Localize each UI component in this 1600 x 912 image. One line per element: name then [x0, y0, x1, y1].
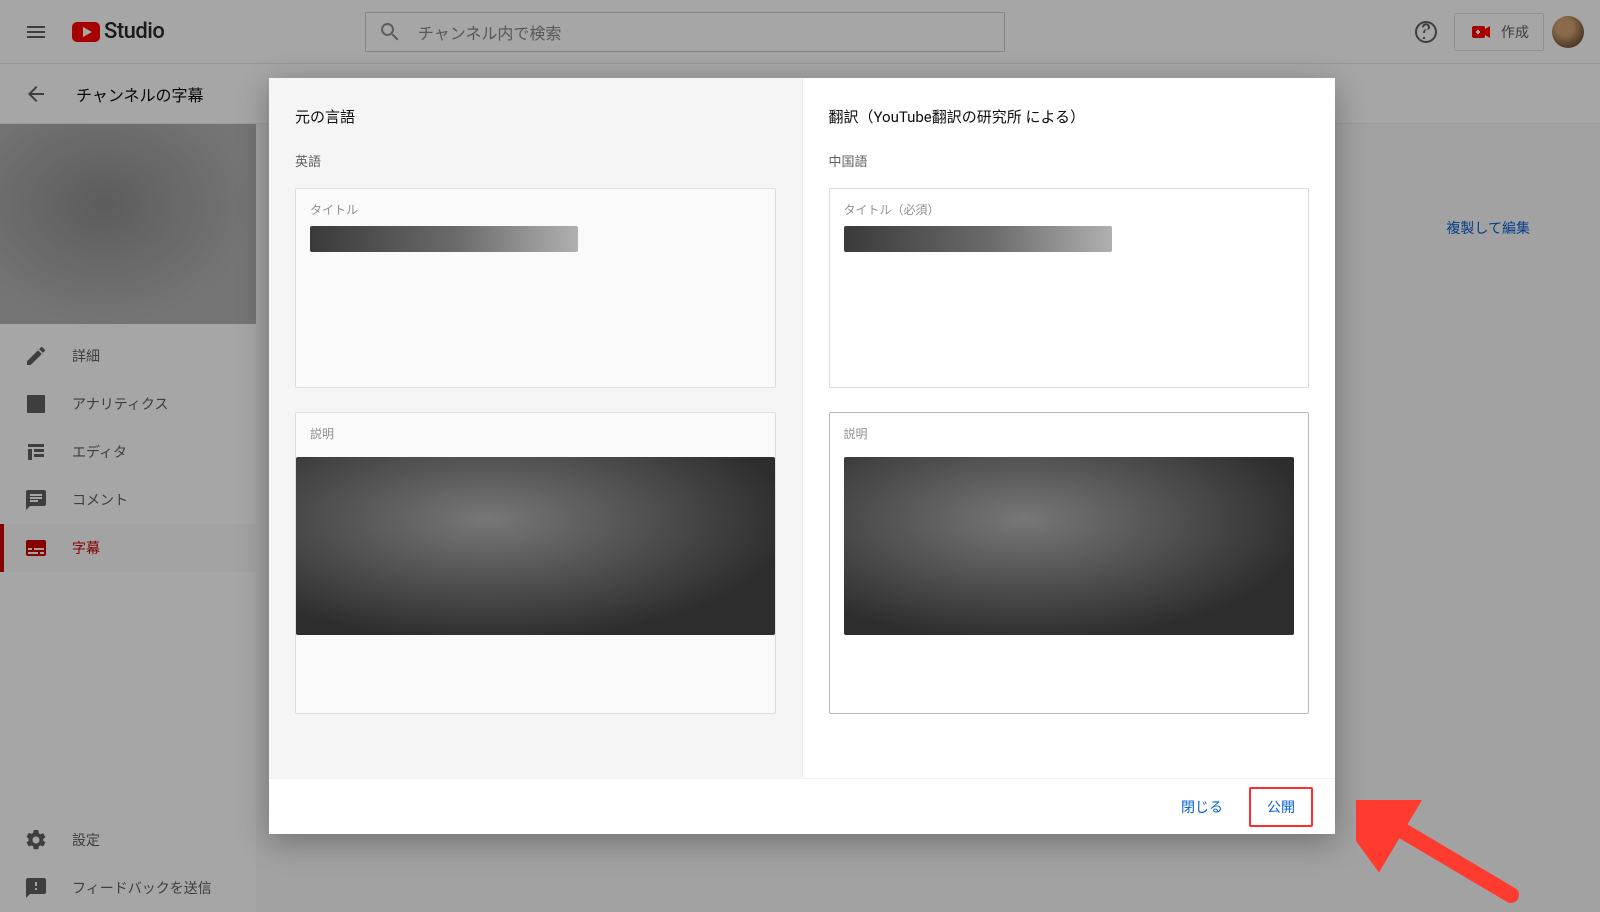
- translation-description-label: 説明: [844, 425, 1295, 442]
- source-title-field: タイトル: [295, 188, 776, 388]
- translation-pane: 翻訳（YouTube翻訳の研究所 による） 中国語 タイトル（必須） 説明: [803, 78, 1336, 778]
- source-pane: 元の言語 英語 タイトル 説明: [269, 78, 803, 778]
- dialog-footer: 閉じる 公開: [269, 778, 1335, 834]
- publish-button[interactable]: 公開: [1249, 787, 1313, 827]
- translation-title-label: タイトル（必須）: [844, 201, 1295, 218]
- close-button[interactable]: 閉じる: [1165, 789, 1239, 825]
- source-heading: 元の言語: [295, 106, 776, 127]
- source-language: 英語: [295, 151, 776, 170]
- source-description-field: 説明: [295, 412, 776, 714]
- redacted-content: [310, 226, 578, 252]
- redacted-content: [844, 457, 1295, 635]
- redacted-content: [296, 457, 775, 635]
- source-title-label: タイトル: [310, 201, 761, 218]
- redacted-content: [844, 226, 1112, 252]
- translation-description-field[interactable]: 説明: [829, 412, 1310, 714]
- translation-language: 中国語: [829, 151, 1310, 170]
- source-description-label: 説明: [310, 425, 761, 442]
- translation-title-field[interactable]: タイトル（必須）: [829, 188, 1310, 388]
- translation-dialog: 元の言語 英語 タイトル 説明 翻訳（YouTube翻訳の研究所 による） 中国…: [269, 78, 1335, 834]
- translation-heading: 翻訳（YouTube翻訳の研究所 による）: [829, 106, 1310, 127]
